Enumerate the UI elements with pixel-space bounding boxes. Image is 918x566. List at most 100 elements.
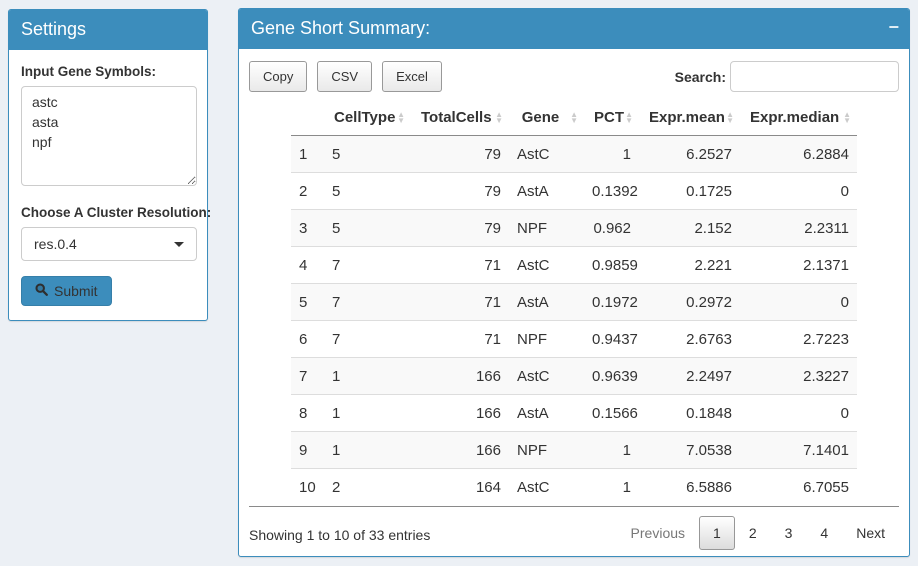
settings-panel: Settings Input Gene Symbols: astc asta n…: [8, 9, 208, 321]
cell: 2.1371: [740, 247, 857, 284]
cell: 71: [411, 284, 509, 321]
sort-desc-icon: ▼: [397, 118, 405, 124]
cell: 6.2527: [639, 136, 740, 173]
cell: 7: [324, 284, 411, 321]
gene-summary-table: CellType▲▼TotalCells▲▼Gene▲▼PCT▲▼Expr.me…: [291, 100, 857, 506]
row-index-cell: 9: [291, 432, 324, 469]
cell: 5: [324, 210, 411, 247]
cell: 0.2972: [639, 284, 740, 321]
cell: 0.9859: [584, 247, 639, 284]
table-row: 4771AstC0.98592.2212.1371: [291, 247, 857, 284]
entries-info: Showing 1 to 10 of 33 entries: [249, 523, 430, 543]
row-index-cell: 6: [291, 321, 324, 358]
row-index-cell: 5: [291, 284, 324, 321]
sort-desc-icon: ▼: [843, 118, 851, 124]
column-header-pct[interactable]: PCT▲▼: [584, 100, 639, 136]
chevron-down-icon: [174, 242, 184, 247]
table-body: 1579AstC16.25276.28842579AstA0.13920.172…: [291, 136, 857, 506]
gene-summary-body: CopyCSVExcel Search: CellType▲▼TotalCell…: [239, 49, 909, 562]
cell: 166: [411, 395, 509, 432]
search-control: Search:: [675, 61, 899, 92]
cell: 5: [324, 173, 411, 210]
row-index-cell: 3: [291, 210, 324, 247]
table-scroll-body: CellType▲▼TotalCells▲▼Gene▲▼PCT▲▼Expr.me…: [249, 100, 899, 507]
table-row: 3579NPF0.9622.1522.2311: [291, 210, 857, 247]
page-button-2[interactable]: 2: [735, 516, 771, 550]
export-buttons: Copy CSV Excel: [249, 61, 442, 92]
gene-summary-header: Gene Short Summary: −: [239, 9, 909, 49]
gene-symbols-textarea[interactable]: astc asta npf: [21, 86, 197, 186]
cell: 0: [740, 284, 857, 321]
cell: 71: [411, 247, 509, 284]
cell: 2.152: [639, 210, 740, 247]
cell: 1: [324, 432, 411, 469]
cell: AstA: [509, 395, 584, 432]
cell: AstA: [509, 284, 584, 321]
cell: 79: [411, 136, 509, 173]
cell: 164: [411, 469, 509, 506]
cell: 1: [324, 395, 411, 432]
cell: 7.1401: [740, 432, 857, 469]
excel-button[interactable]: Excel: [382, 61, 442, 92]
cluster-resolution-label: Choose A Cluster Resolution:: [21, 205, 195, 220]
column-header-celltype[interactable]: CellType▲▼: [324, 100, 411, 136]
page-button-1[interactable]: 1: [699, 516, 735, 550]
column-header-expr-mean[interactable]: Expr.mean▲▼: [639, 100, 740, 136]
column-header-label: CellType: [334, 109, 395, 126]
cell: 6.7055: [740, 469, 857, 506]
table-row: 2579AstA0.13920.17250: [291, 173, 857, 210]
cell: 79: [411, 173, 509, 210]
cell: 0.9639: [584, 358, 639, 395]
minus-icon: −: [888, 17, 899, 37]
cell: AstC: [509, 247, 584, 284]
cell: 2: [324, 469, 411, 506]
page-button-4[interactable]: 4: [806, 516, 842, 550]
cell: 1: [324, 358, 411, 395]
table-footer: Showing 1 to 10 of 33 entries Previous12…: [249, 507, 899, 550]
row-index-cell: 1: [291, 136, 324, 173]
search-input[interactable]: [730, 61, 899, 92]
submit-button-label: Submit: [54, 283, 98, 299]
column-header-gene[interactable]: Gene▲▼: [509, 100, 584, 136]
cluster-resolution-value: res.0.4: [34, 236, 77, 252]
cluster-resolution-select[interactable]: res.0.4: [21, 227, 197, 261]
submit-button[interactable]: Submit: [21, 276, 112, 306]
cell: 1: [584, 469, 639, 506]
cell: 0: [740, 173, 857, 210]
table-row: 71166AstC0.96392.24972.3227: [291, 358, 857, 395]
cell: 166: [411, 358, 509, 395]
column-header-totalcells[interactable]: TotalCells▲▼: [411, 100, 509, 136]
cell: 0: [740, 395, 857, 432]
cell: AstC: [509, 136, 584, 173]
search-icon: [35, 283, 48, 299]
cell: 7: [324, 321, 411, 358]
cell: 7.0538: [639, 432, 740, 469]
cell: 1: [584, 432, 639, 469]
sort-desc-icon: ▼: [726, 118, 734, 124]
column-header-label: TotalCells: [421, 109, 492, 126]
row-index-cell: 10: [291, 469, 324, 506]
next-page-button[interactable]: Next: [842, 516, 899, 550]
collapse-button[interactable]: −: [888, 15, 899, 39]
copy-button[interactable]: Copy: [249, 61, 307, 92]
cell: AstC: [509, 358, 584, 395]
cell: 0.962: [584, 210, 639, 247]
cell: AstA: [509, 173, 584, 210]
column-header-expr-median[interactable]: Expr.median▲▼: [740, 100, 857, 136]
table-row: 1579AstC16.25276.2884: [291, 136, 857, 173]
cell: 2.2311: [740, 210, 857, 247]
gene-symbols-label: Input Gene Symbols:: [21, 64, 195, 79]
previous-page-button[interactable]: Previous: [617, 516, 699, 550]
cell: 0.1725: [639, 173, 740, 210]
cell: 0.1566: [584, 395, 639, 432]
table-row: 6771NPF0.94372.67632.7223: [291, 321, 857, 358]
settings-title: Settings: [21, 19, 86, 39]
column-header-label: Expr.mean: [649, 109, 725, 126]
cell: 2.6763: [639, 321, 740, 358]
page-button-3[interactable]: 3: [771, 516, 807, 550]
csv-button[interactable]: CSV: [317, 61, 372, 92]
sort-icons: ▲▼: [726, 112, 734, 124]
table-row: 91166NPF17.05387.1401: [291, 432, 857, 469]
table-row: 5771AstA0.19720.29720: [291, 284, 857, 321]
sort-desc-icon: ▼: [625, 118, 633, 124]
